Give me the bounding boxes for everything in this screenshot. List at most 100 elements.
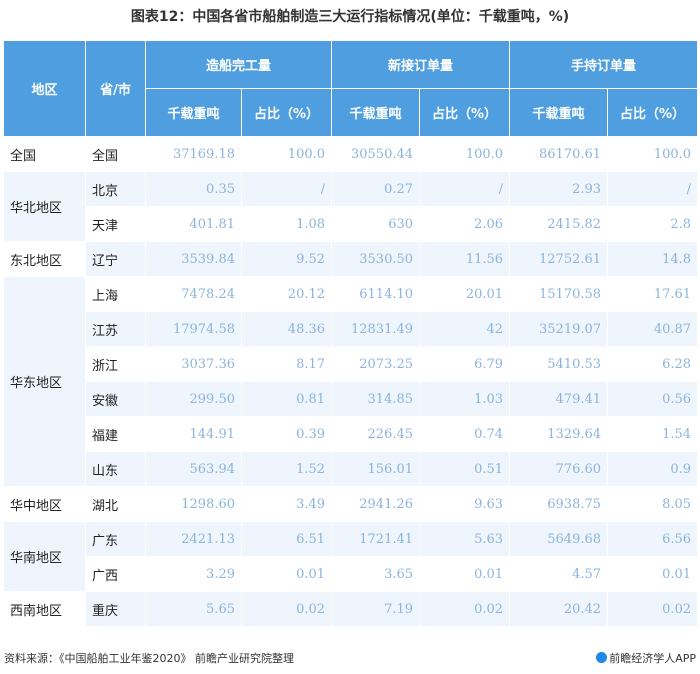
- region-cell: 华中地区: [3, 486, 86, 522]
- value-cell: 2421.13: [145, 521, 242, 557]
- value-cell: 6.79: [419, 346, 511, 382]
- value-cell: 86170.61: [509, 136, 609, 172]
- header-new-orders: 新接订单量: [331, 40, 511, 89]
- value-cell: 12831.49: [331, 311, 421, 347]
- value-cell: 156.01: [331, 451, 421, 487]
- value-cell: 0.56: [607, 381, 699, 417]
- value-cell: 3539.84: [145, 241, 242, 277]
- value-cell: 0.74: [419, 416, 511, 452]
- value-cell: 6.56: [607, 521, 699, 557]
- table-row: 浙江 3037.36 8.17 2073.25 6.79 5410.53 6.28: [4, 346, 699, 382]
- value-cell: 2.8: [607, 206, 699, 242]
- header-completed: 造船完工量: [144, 40, 333, 89]
- value-cell: 35219.07: [509, 311, 609, 347]
- value-cell: 2.06: [419, 206, 511, 242]
- value-cell: 1329.64: [509, 416, 609, 452]
- value-cell: 4.57: [509, 556, 609, 592]
- value-cell: 3.49: [240, 486, 333, 522]
- value-cell: 479.41: [509, 381, 609, 417]
- value-cell: 12752.61: [509, 241, 609, 277]
- province-cell: 全国: [85, 136, 146, 172]
- value-cell: 37169.18: [145, 136, 242, 172]
- value-cell: 5410.53: [509, 346, 609, 382]
- header-region: 地区: [3, 40, 86, 137]
- value-cell: 1298.60: [145, 486, 242, 522]
- brand-logo-icon: [596, 652, 608, 663]
- table-row: 江苏 17974.58 48.36 12831.49 42 35219.07 40.87: [4, 311, 699, 347]
- region-cell: 华东地区: [3, 276, 86, 487]
- value-cell: 0.27: [331, 171, 421, 207]
- value-cell: 30550.44: [331, 136, 421, 172]
- table-row: 广西 3.29 0.01 3.65 0.01 4.57 0.01: [4, 556, 699, 592]
- value-cell: 3.29: [145, 556, 242, 592]
- value-cell: 100.0: [240, 136, 333, 172]
- value-cell: 20.42: [509, 591, 609, 627]
- table-row: 全国 全国 37169.18 100.0 30550.44 100.0 86170.61 10…: [3, 136, 699, 172]
- value-cell: 11.56: [419, 241, 511, 277]
- value-cell: 5.65: [145, 591, 242, 627]
- value-cell: 6938.75: [509, 486, 609, 522]
- value-cell: 8.05: [607, 486, 699, 522]
- province-cell: 天津: [85, 206, 146, 242]
- value-cell: 17974.58: [145, 311, 242, 347]
- value-cell: 0.51: [419, 451, 511, 487]
- province-cell: 江苏: [85, 311, 146, 347]
- value-cell: 776.60: [509, 451, 609, 487]
- value-cell: 17.61: [607, 276, 699, 312]
- value-cell: 14.8: [607, 241, 699, 277]
- header-sub: 千载重吨: [509, 88, 609, 137]
- value-cell: 2073.25: [331, 346, 421, 382]
- region-cell: 东北地区: [3, 241, 86, 277]
- value-cell: 630: [331, 206, 421, 242]
- value-cell: 8.17: [240, 346, 333, 382]
- value-cell: 2415.82: [509, 206, 609, 242]
- chart-title: 图表12：中国各省市船舶制造三大运行指标情况(单位：千载重吨，%): [130, 9, 570, 25]
- value-cell: 6.51: [240, 521, 333, 557]
- value-cell: 3530.50: [331, 241, 421, 277]
- province-cell: 浙江: [85, 346, 146, 382]
- province-cell: 重庆: [85, 591, 146, 627]
- value-cell: 7478.24: [145, 276, 242, 312]
- header-sub: 占比（%）: [607, 88, 699, 137]
- value-cell: 1721.41: [331, 521, 421, 557]
- value-cell: 1.03: [419, 381, 511, 417]
- province-cell: 上海: [85, 276, 146, 312]
- province-cell: 湖北: [85, 486, 146, 522]
- value-cell: 226.45: [331, 416, 421, 452]
- value-cell: 0.02: [607, 591, 699, 627]
- value-cell: /: [240, 171, 333, 207]
- value-cell: 401.81: [145, 206, 242, 242]
- region-cell: 西南地区: [3, 591, 86, 627]
- value-cell: 2941.26: [331, 486, 421, 522]
- header-holding-orders: 手持订单量: [509, 40, 699, 89]
- value-cell: 9.52: [240, 241, 333, 277]
- value-cell: 0.01: [240, 556, 333, 592]
- value-cell: 0.01: [607, 556, 699, 592]
- table-row: 东北地区 辽宁 3539.84 9.52 3530.50 11.56 12752.61 14.…: [3, 241, 699, 277]
- value-cell: 5649.68: [509, 521, 609, 557]
- value-cell: 0.9: [607, 451, 699, 487]
- value-cell: 48.36: [240, 311, 333, 347]
- region-cell: 华南地区: [3, 521, 86, 592]
- header-sub: 千载重吨: [331, 88, 421, 137]
- value-cell: 144.91: [145, 416, 242, 452]
- value-cell: 100.0: [419, 136, 511, 172]
- value-cell: 5.63: [419, 521, 511, 557]
- table-body: 全国 全国 37169.18 100.0 30550.44 100.0 86170.61 10…: [3, 136, 699, 627]
- value-cell: 100.0: [607, 136, 699, 172]
- brand-name: 前瞻经济学人APP: [609, 652, 696, 665]
- value-cell: 9.63: [419, 486, 511, 522]
- header-sub: 占比（%）: [240, 88, 333, 137]
- value-cell: 314.85: [331, 381, 421, 417]
- table-row: 华东地区 上海 7478.24 20.12 6114.10 20.01 15170.58 17…: [3, 276, 699, 487]
- value-cell: 0.02: [240, 591, 333, 627]
- table-row: 华南地区 广东 2421.13 6.51 1721.41 5.63 5649.68 6.56: [3, 521, 699, 592]
- header-province: 省/市: [85, 40, 146, 137]
- table-row: 华中地区 湖北 1298.60 3.49 2941.26 9.63 6938.75 8.05: [3, 486, 699, 522]
- region-cell: 全国: [3, 136, 86, 172]
- province-cell: 辽宁: [85, 241, 146, 277]
- value-cell: 42: [419, 311, 511, 347]
- shipbuilding-table: 地区 省/市 造船完工量 新接订单量 手持订单量 千载重吨 占比（%） 千载重吨…: [3, 40, 699, 627]
- header-row-1: 地区 省/市 造船完工量 新接订单量 手持订单量: [3, 40, 699, 137]
- header-sub: 占比（%）: [419, 88, 511, 137]
